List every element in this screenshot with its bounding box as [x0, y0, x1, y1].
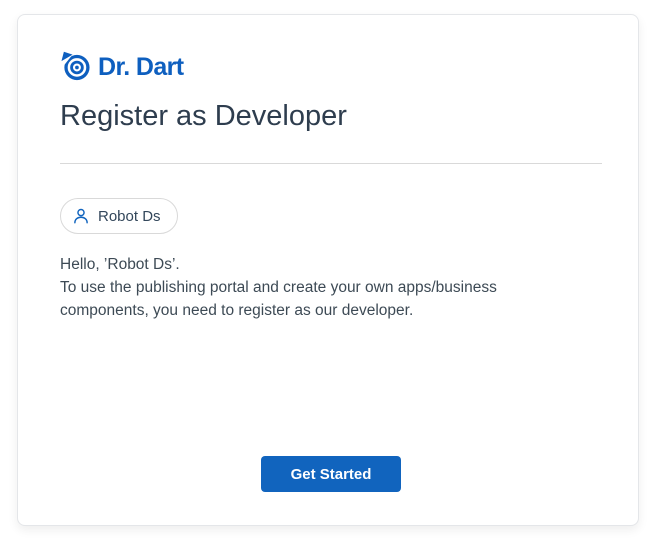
brand-name: Dr. Dart — [98, 53, 184, 80]
page-title: Register as Developer — [60, 97, 602, 135]
welcome-message: Hello, ’Robot Ds’. To use the publishing… — [60, 253, 532, 322]
actions-row: Get Started — [60, 456, 602, 492]
person-icon — [72, 207, 90, 225]
dart-target-icon — [60, 51, 91, 82]
user-chip[interactable]: Robot Ds — [60, 198, 178, 234]
register-card: Dr. Dart Register as Developer Robot Ds … — [17, 14, 639, 526]
divider — [60, 163, 602, 164]
greeting-line: Hello, ’Robot Ds’. — [60, 253, 532, 276]
instruction-line: To use the publishing portal and create … — [60, 276, 532, 322]
user-chip-label: Robot Ds — [98, 208, 161, 225]
get-started-button[interactable]: Get Started — [261, 456, 401, 492]
brand-logo: Dr. Dart — [60, 51, 602, 82]
